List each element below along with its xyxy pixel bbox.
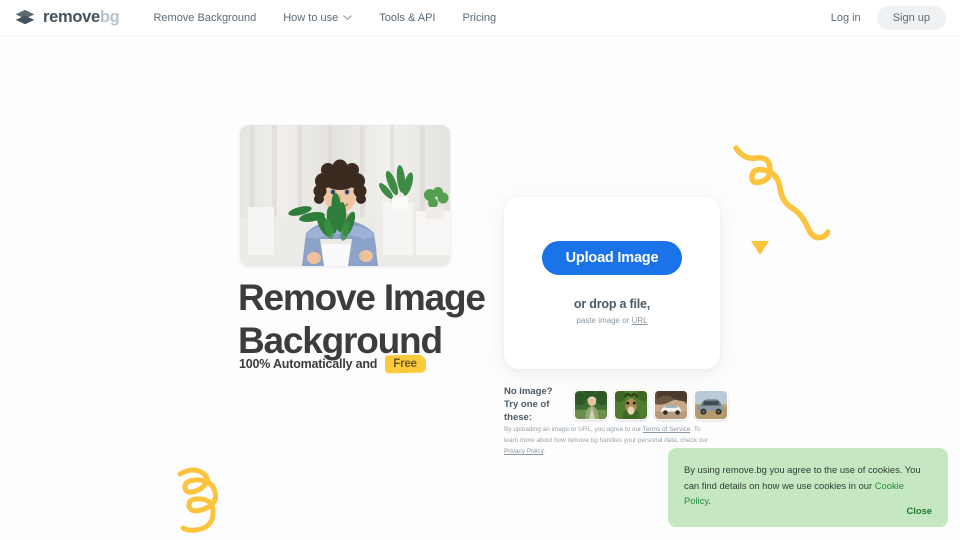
chevron-down-icon [338, 14, 352, 21]
nav-label: Remove Background [153, 11, 257, 24]
upload-image-button[interactable]: Upload Image [541, 241, 683, 275]
site-header: removebg Remove Background How to use To… [0, 0, 960, 36]
signup-button[interactable]: Sign up [876, 5, 946, 30]
free-badge-label: Free [393, 358, 417, 370]
logo-text-primary: remove [43, 8, 100, 27]
hero-photo [240, 125, 450, 266]
logo[interactable]: removebg [14, 7, 120, 29]
sample-label-line-2: Try one of these: [504, 398, 550, 423]
cookie-consent-banner: By using remove.bg you agree to the use … [668, 448, 948, 527]
subline-text: 100% Automatically and [239, 357, 378, 371]
page-title: Remove Image Background [238, 276, 528, 363]
upload-dropzone[interactable]: Upload Image or drop a file, paste image… [504, 197, 720, 369]
paste-url-link[interactable]: URL [632, 316, 648, 325]
yellow-swirl-icon [168, 462, 230, 540]
sample-thumbnail-2[interactable] [614, 390, 648, 421]
nav-item-pricing[interactable]: Pricing [463, 12, 497, 24]
cookie-text-part-2: . [708, 495, 711, 507]
page-root: removebg Remove Background How to use To… [0, 0, 960, 540]
disclaimer-part-1: By uploading an image or URL, you agree … [504, 426, 643, 433]
cookie-banner-text: By using remove.bg you agree to the use … [684, 462, 932, 509]
nav-label: Pricing [462, 11, 497, 24]
logo-text: removebg [43, 8, 120, 27]
sample-thumbnails [574, 390, 734, 421]
nav-item-how-to-use[interactable]: How to use [283, 12, 352, 24]
sample-thumbnail-3[interactable] [654, 390, 688, 421]
paste-url-text: paste image or URL [576, 316, 647, 325]
disclaimer-part-3: . [543, 448, 546, 456]
terms-of-service-link[interactable]: Terms of Service [643, 426, 691, 433]
free-badge: Free [385, 355, 426, 373]
nav-label: Tools & API [379, 11, 436, 24]
hero-subline: 100% Automatically and Free [239, 355, 426, 373]
drop-file-text: or drop a file, [573, 297, 651, 311]
yellow-squiggle-icon [730, 140, 831, 260]
main-nav: Remove Background How to use Tools & API… [153, 12, 523, 24]
sample-images-label: No image? Try one of these: [504, 386, 574, 424]
logo-text-secondary: bg [99, 8, 120, 27]
paste-prefix: paste image or [576, 316, 632, 325]
headline-line-1: Remove Image [238, 277, 486, 318]
cookie-close-button[interactable]: Close [906, 505, 932, 516]
yellow-triangle-icon [750, 240, 770, 261]
sample-thumbnail-4[interactable] [694, 390, 728, 421]
sample-images-section: No image? Try one of these: [504, 386, 734, 424]
layers-diamond-icon [14, 7, 43, 29]
sample-thumbnail-1[interactable] [574, 390, 608, 421]
nav-item-remove-background[interactable]: Remove Background [153, 12, 256, 24]
nav-item-tools-api[interactable]: Tools & API [379, 12, 435, 24]
sample-label-line-1: No image? [504, 386, 553, 397]
header-actions: Log in Sign up [831, 5, 946, 30]
nav-label: How to use [283, 11, 339, 24]
login-link[interactable]: Log in [831, 12, 861, 24]
privacy-policy-link[interactable]: Privacy Policy [504, 448, 543, 455]
